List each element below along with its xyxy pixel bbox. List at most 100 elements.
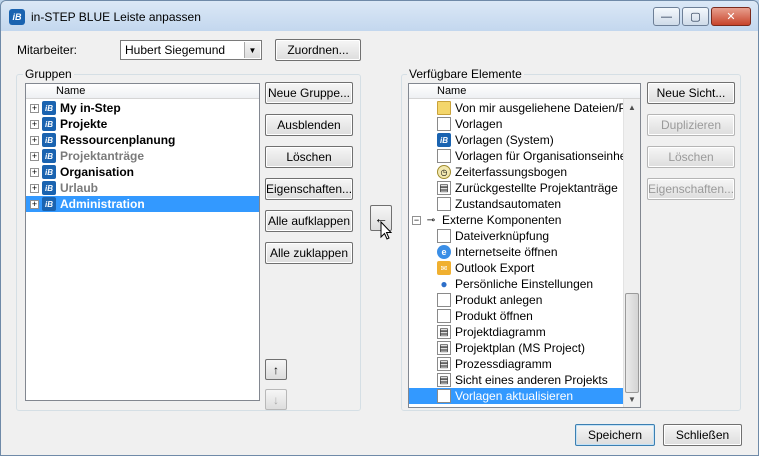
tree-item[interactable]: Produkt anlegen (409, 292, 624, 308)
tree-item[interactable]: ▤ Projektdiagramm (409, 324, 624, 340)
instep-icon: iB (42, 197, 56, 211)
group-row[interactable]: + iB Administration (26, 196, 259, 212)
tree-item[interactable]: ◷ Zeiterfassungsbogen (409, 164, 624, 180)
tree-item-label: Von mir ausgeliehene Dateien/Proc (455, 101, 641, 115)
instep-icon: iB (437, 133, 451, 147)
tree-item-label: Zustandsautomaten (455, 197, 562, 211)
tree-item[interactable]: ▤ Projektplan (MS Project) (409, 340, 624, 356)
tree-item-label: Vorlagen (455, 117, 503, 131)
expand-icon[interactable]: + (30, 183, 39, 193)
tree-item[interactable]: ▤ Zurückgestellte Projektanträge (409, 180, 624, 196)
mouse-cursor-icon (380, 221, 393, 240)
group-properties-button[interactable]: Eigenschaften... (265, 178, 353, 200)
tree-item[interactable]: ▤ Prozessdiagramm (409, 356, 624, 372)
tree-item-label: Sicht eines anderen Projekts (455, 373, 608, 387)
employee-select[interactable]: Hubert Siegemund ▼ (120, 40, 262, 60)
hide-button[interactable]: Ausblenden (265, 114, 353, 136)
group-row[interactable]: + iB Projektanträge (26, 148, 259, 164)
tree-item[interactable]: iB Vorlagen (System) (409, 132, 624, 148)
tree-item-label: Dateiverknüpfung (455, 229, 550, 243)
move-down-button[interactable]: ↓ (265, 389, 287, 410)
delete-group-button[interactable]: Löschen (265, 146, 353, 168)
group-row[interactable]: + iB Organisation (26, 164, 259, 180)
document-icon (437, 293, 451, 307)
expand-icon[interactable]: + (30, 199, 39, 209)
dialog-window: iB in-STEP BLUE Leiste anpassen — ▢ ✕ Mi… (0, 0, 759, 456)
tree-item-label: Prozessdiagramm (455, 357, 552, 371)
diagram-icon: ▤ (437, 373, 451, 387)
tree-item-label: Produkt öffnen (455, 309, 533, 323)
save-button[interactable]: Speichern (575, 424, 655, 446)
collapse-icon[interactable]: − (412, 215, 421, 225)
instep-icon: iB (42, 101, 56, 115)
group-row[interactable]: + iB Projekte (26, 116, 259, 132)
diagram-icon: ▤ (437, 181, 451, 195)
move-up-button[interactable]: ↑ (265, 359, 287, 380)
tree-item[interactable]: ▤ Sicht eines anderen Projekts (409, 372, 624, 388)
tree-item[interactable]: Zustandsautomaten (409, 196, 624, 212)
tree-item-label: Zeiterfassungsbogen (455, 165, 568, 179)
clock-icon: ◷ (437, 165, 451, 179)
available-elements-tree[interactable]: Name Von mir ausgeliehene Dateien/Proc Vo… (408, 83, 641, 408)
tree-item[interactable]: ● Persönliche Einstellungen (409, 276, 624, 292)
collapse-all-button[interactable]: Alle zuklappen (265, 242, 353, 264)
tree-item[interactable]: Vorlagen (409, 116, 624, 132)
tree-item[interactable]: − ⊸ Externe Komponenten (409, 212, 624, 228)
expand-icon[interactable]: + (30, 151, 39, 161)
available-scrollbar[interactable]: ▲ ▼ (623, 99, 640, 407)
group-label: My in-Step (60, 101, 121, 115)
tree-item[interactable]: Vorlagen für Organisationseinheiten (409, 148, 640, 164)
expand-icon[interactable]: + (30, 103, 39, 113)
tree-item[interactable]: Produkt öffnen (409, 308, 624, 324)
diagram-icon: ▤ (437, 325, 451, 339)
element-properties-button[interactable]: Eigenschaften... (647, 178, 735, 200)
maximize-button[interactable]: ▢ (682, 7, 709, 26)
tree-item[interactable]: Vorlagen aktualisieren (409, 388, 624, 404)
group-label: Administration (60, 197, 145, 211)
tree-item-label: Zurückgestellte Projektanträge (455, 181, 618, 195)
scroll-up-icon[interactable]: ▲ (624, 99, 640, 115)
arrow-up-icon: ↑ (273, 362, 279, 377)
tree-item[interactable]: ✉ Outlook Export (409, 260, 624, 276)
tree-item[interactable]: e Internetseite öffnen (409, 244, 624, 260)
group-row[interactable]: + iB Ressourcenplanung (26, 132, 259, 148)
employee-label: Mitarbeiter: (17, 43, 78, 57)
close-button[interactable]: Schließen (663, 424, 742, 446)
expand-all-button[interactable]: Alle aufklappen (265, 210, 353, 232)
expand-icon[interactable]: + (30, 167, 39, 177)
internet-icon: e (437, 245, 451, 259)
new-group-button[interactable]: Neue Gruppe... (265, 82, 353, 104)
delete-element-button[interactable]: Löschen (647, 146, 735, 168)
instep-icon: iB (42, 165, 56, 179)
instep-icon: iB (42, 181, 56, 195)
available-legend: Verfügbare Elemente (407, 67, 524, 81)
groups-list[interactable]: Name + iB My in-Step + iB Projekte + iB Ressourc… (25, 83, 260, 401)
tree-item[interactable]: Von mir ausgeliehene Dateien/Proc (409, 100, 640, 116)
group-row[interactable]: + iB My in-Step (26, 100, 259, 116)
chevron-down-icon[interactable]: ▼ (244, 42, 260, 58)
document-icon (437, 149, 451, 163)
expand-icon[interactable]: + (30, 119, 39, 129)
title-bar[interactable]: iB in-STEP BLUE Leiste anpassen — ▢ ✕ (1, 1, 758, 31)
close-window-button[interactable]: ✕ (711, 7, 751, 26)
tree-item-label: Projektdiagramm (455, 325, 546, 339)
assign-button[interactable]: Zuordnen... (275, 39, 361, 61)
groups-column-header-name[interactable]: Name (26, 84, 259, 99)
group-row[interactable]: + iB Urlaub (26, 180, 259, 196)
expand-icon[interactable]: + (30, 135, 39, 145)
group-label: Organisation (60, 165, 135, 179)
tree-item[interactable]: Dateiverknüpfung (409, 228, 624, 244)
available-column-header-name[interactable]: Name (409, 84, 640, 99)
minimize-button[interactable]: — (653, 7, 680, 26)
arrow-down-icon: ↓ (273, 392, 279, 407)
duplicate-button[interactable]: Duplizieren (647, 114, 735, 136)
scroll-down-icon[interactable]: ▼ (624, 391, 640, 407)
scrollbar-thumb[interactable] (625, 293, 639, 393)
window-title: in-STEP BLUE Leiste anpassen (31, 10, 201, 24)
document-icon (437, 309, 451, 323)
new-view-button[interactable]: Neue Sicht... (647, 82, 735, 104)
tree-item-label: Internetseite öffnen (455, 245, 558, 259)
key-icon: ⊸ (426, 214, 436, 226)
group-label: Urlaub (60, 181, 99, 195)
group-label: Projektanträge (60, 149, 145, 163)
